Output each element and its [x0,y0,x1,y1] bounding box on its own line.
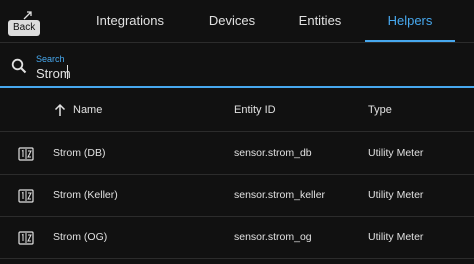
search-underline [0,86,474,88]
text-cursor [67,65,68,79]
table-row[interactable]: Strom (OG) sensor.strom_og Utility Meter [0,217,474,259]
row-entity-id: sensor.strom_db [234,147,312,159]
column-header-name[interactable]: Name [73,104,102,116]
tab-entities[interactable]: Entities [276,0,364,42]
tab-devices[interactable]: Devices [188,0,276,42]
table-row[interactable]: Strom (Keller) sensor.strom_keller Utili… [0,175,474,217]
row-name: Strom (OG) [53,231,108,243]
top-bar: Back Integrations Devices Entities Helpe… [0,0,474,42]
counter-icon [18,189,34,203]
row-type: Utility Meter [368,147,424,159]
search-input[interactable]: Strom [36,66,71,81]
row-entity-id: sensor.strom_og [234,231,312,243]
back-button[interactable]: Back [0,0,46,42]
tab-helpers[interactable]: Helpers [365,0,455,42]
table-row[interactable]: Strom (DB) sensor.strom_db Utility Meter [0,133,474,175]
row-name: Strom (Keller) [53,189,118,201]
table-header: Name Entity ID Type [0,90,474,132]
row-name: Strom (DB) [53,147,106,159]
search-icon [11,58,27,74]
back-tooltip: Back [8,20,41,36]
counter-icon [18,231,34,245]
arrow-up-icon[interactable] [54,103,66,117]
row-type: Utility Meter [368,189,424,201]
counter-icon [18,147,34,161]
tab-integrations[interactable]: Integrations [86,0,174,42]
column-header-type[interactable]: Type [368,104,392,116]
search-bar: Search Strom [0,42,474,88]
search-label: Search [36,54,65,64]
row-type: Utility Meter [368,231,424,243]
column-header-entity-id[interactable]: Entity ID [234,104,276,116]
row-entity-id: sensor.strom_keller [234,189,326,201]
